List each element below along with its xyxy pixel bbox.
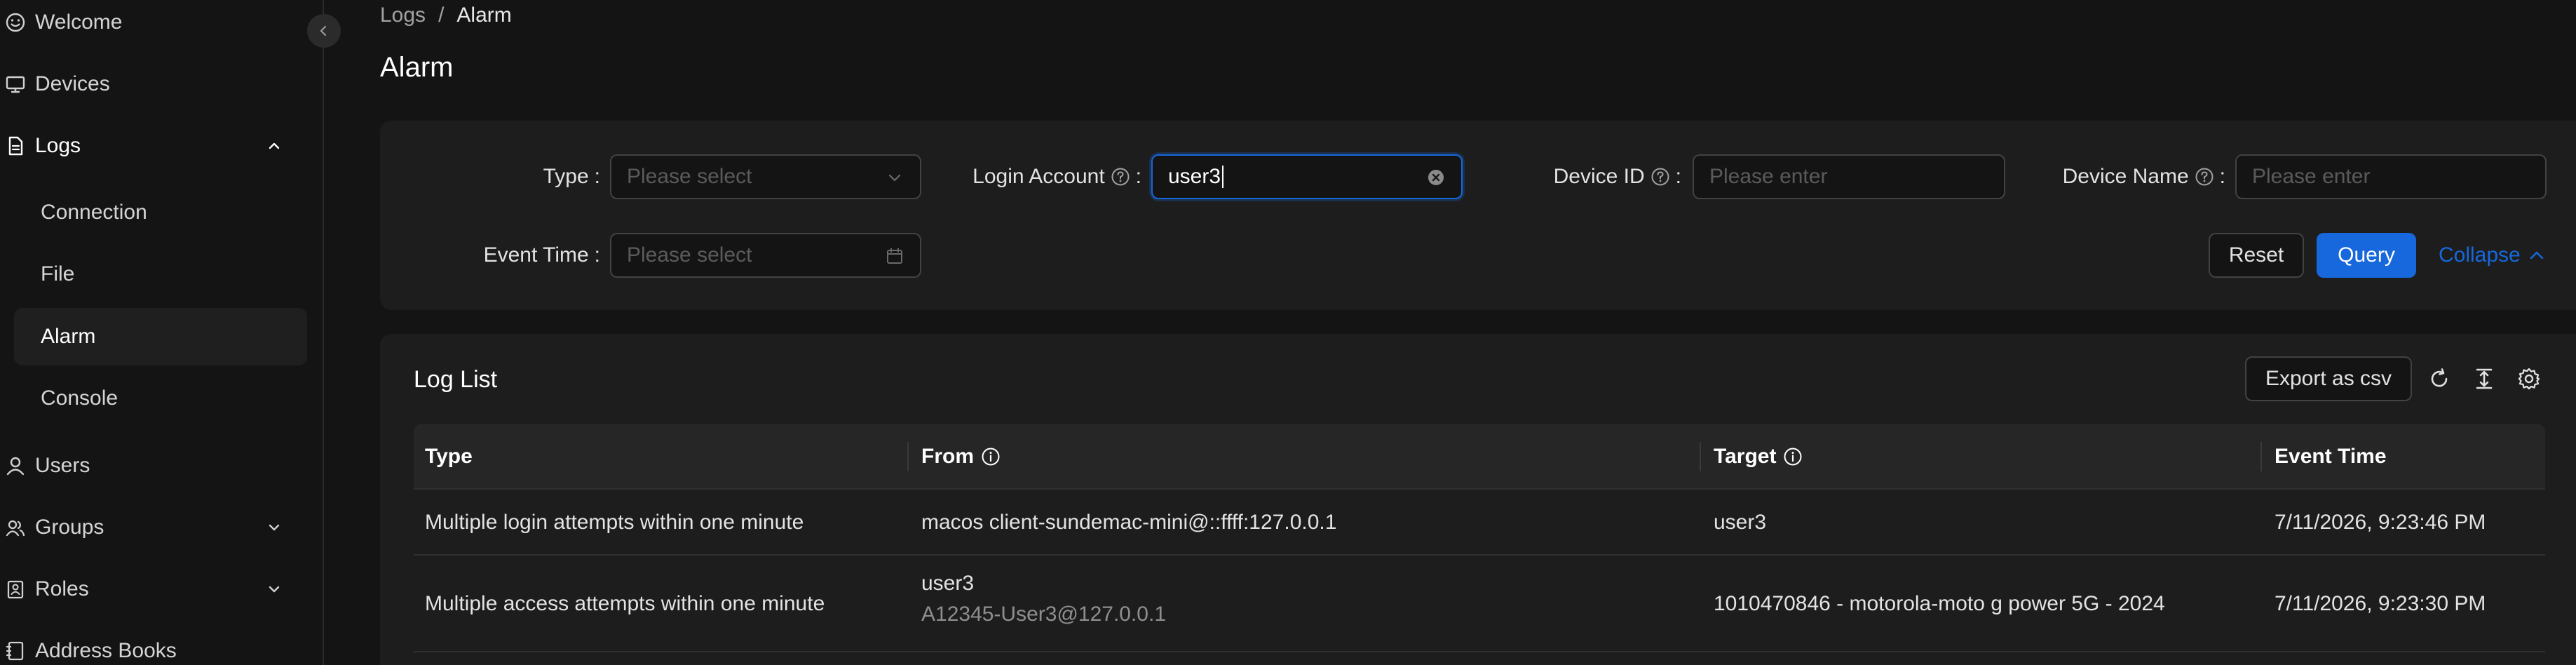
table-header: Type From Target Event Time (414, 424, 2545, 490)
cell-event-time: 7/11/2026, 9:23:46 PM (2275, 511, 2486, 534)
sidebar-item-alarm[interactable]: Alarm (14, 308, 307, 365)
cell-from: macos client-sundemac-mini@::ffff:127.0.… (921, 511, 1337, 534)
sidebar-item-devices[interactable]: Devices (0, 53, 307, 115)
sidebar-item-connection[interactable]: Connection (14, 184, 307, 241)
sidebar-item-label: Devices (35, 72, 110, 95)
type-label: Type: (543, 165, 600, 188)
column-header-target[interactable]: Target (1714, 424, 1803, 490)
cell-from: user3 (921, 572, 975, 595)
cell-event-time: 7/11/2026, 9:23:30 PM (2275, 592, 2486, 615)
log-list-title: Log List (414, 365, 498, 393)
sidebar-item-label: Groups (35, 516, 104, 539)
column-separator (1700, 442, 1701, 471)
text-cursor (1222, 166, 1224, 188)
calendar-icon (885, 246, 904, 266)
breadcrumb-current: Alarm (456, 4, 512, 27)
sidebar-item-file[interactable]: File (14, 246, 307, 303)
column-separator (907, 442, 909, 471)
breadcrumb-separator: / (438, 4, 445, 27)
column-separator (2260, 442, 2262, 471)
breadcrumb: Logs / Alarm (380, 1, 512, 29)
page-title: Alarm (380, 52, 454, 83)
cell-target: user3 (1714, 511, 1767, 534)
sidebar-item-label: Alarm (41, 325, 96, 348)
sidebar-item-console[interactable]: Console (14, 370, 307, 427)
reload-icon[interactable] (2426, 365, 2453, 392)
sidebar-item-label: Roles (35, 577, 89, 600)
column-header-from[interactable]: From (921, 424, 1001, 490)
sidebar-item-label: Connection (41, 201, 147, 224)
event-time-placeholder: Please select (627, 243, 752, 267)
question-circle-icon[interactable] (1650, 167, 1670, 187)
chevron-up-icon (2528, 246, 2546, 264)
chevron-up-icon (264, 135, 285, 156)
collapse-label: Collapse (2439, 243, 2521, 267)
filter-panel (380, 121, 2576, 310)
question-circle-icon[interactable] (2195, 167, 2214, 187)
device-name-placeholder: Please enter (2252, 165, 2371, 188)
settings-icon[interactable] (2516, 365, 2542, 392)
breadcrumb-logs[interactable]: Logs (380, 4, 426, 27)
sidebar-item-logs[interactable]: Logs (0, 115, 307, 177)
sidebar-item-address-books[interactable]: Address Books (0, 620, 307, 665)
event-time-label: Event Time: (483, 243, 600, 267)
clear-icon[interactable] (1426, 168, 1446, 187)
sidebar-item-groups[interactable]: Groups (0, 497, 307, 558)
event-time-picker[interactable]: Please select (610, 233, 921, 278)
column-header-event-time[interactable]: Event Time (2275, 424, 2387, 490)
sidebar-item-label: Address Books (35, 639, 177, 662)
sidebar-item-label: Welcome (35, 11, 123, 34)
sidebar-item-roles[interactable]: Roles (0, 558, 307, 620)
chevron-down-icon (264, 579, 285, 600)
chevron-left-icon (318, 25, 330, 37)
info-circle-icon[interactable] (1783, 447, 1803, 466)
type-select-placeholder: Please select (627, 165, 752, 188)
user-icon (3, 453, 28, 478)
chevron-down-icon (264, 517, 285, 538)
sidebar-item-label: Logs (35, 134, 81, 157)
reset-button[interactable]: Reset (2209, 233, 2304, 278)
cell-type: Multiple login attempts within one minut… (425, 511, 804, 534)
device-id-label: Device ID : (1553, 165, 1681, 188)
address-book-icon (3, 638, 28, 664)
login-account-value: user3 (1168, 165, 1221, 188)
table-row[interactable]: Multiple login attempts within one minut… (414, 490, 2545, 556)
roles-icon (3, 577, 28, 602)
column-height-icon[interactable] (2471, 365, 2497, 392)
device-name-label: Device Name : (2062, 165, 2225, 188)
query-button[interactable]: Query (2317, 233, 2416, 278)
sidebar-item-label: Console (41, 387, 118, 410)
device-id-placeholder: Please enter (1709, 165, 1828, 188)
chevron-down-icon (885, 168, 904, 187)
sidebar-item-users[interactable]: Users (0, 435, 307, 497)
column-header-type[interactable]: Type (425, 424, 473, 490)
sidebar-collapse-button[interactable] (307, 14, 341, 48)
cell-type: Multiple access attempts within one minu… (425, 592, 825, 615)
info-circle-icon[interactable] (981, 447, 1001, 466)
collapse-link[interactable]: Collapse (2439, 233, 2546, 278)
cell-from-secondary: A12345-User3@127.0.0.1 (921, 603, 1167, 626)
sidebar-item-label: File (41, 262, 75, 286)
sidebar-item-label: Users (35, 454, 90, 477)
type-select[interactable]: Please select (610, 154, 921, 199)
question-circle-icon[interactable] (1111, 167, 1130, 187)
monitor-icon (3, 72, 28, 97)
device-id-input[interactable]: Please enter (1693, 154, 2005, 199)
smile-icon (3, 10, 28, 35)
file-icon (3, 133, 28, 159)
login-account-input[interactable]: user3 (1151, 154, 1463, 199)
cell-target: 1010470846 - motorola-moto g power 5G - … (1714, 592, 2165, 615)
export-csv-button[interactable]: Export as csv (2245, 356, 2412, 401)
table-row[interactable]: Multiple access attempts within one minu… (414, 556, 2545, 652)
team-icon (3, 515, 28, 540)
sidebar-item-welcome[interactable]: Welcome (0, 0, 307, 53)
device-name-input[interactable]: Please enter (2235, 154, 2547, 199)
login-account-label: Login Account : (972, 165, 1141, 188)
